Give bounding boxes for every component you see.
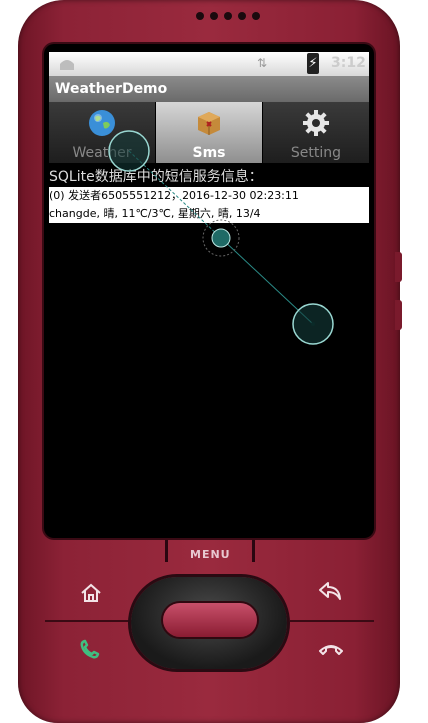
sms-list: (0) 发送者6505551212，2016-12-30 02:23:11 ch… [49, 187, 369, 223]
tab-label: Sms [192, 145, 226, 161]
status-bar: ⇅ ⚡ 3:12 [49, 52, 369, 76]
speaker-grille [196, 12, 260, 20]
tab-setting[interactable]: Setting [263, 102, 369, 163]
divider [45, 620, 135, 622]
menu-button[interactable]: MENU [190, 548, 231, 561]
back-arrow-icon[interactable] [318, 580, 342, 607]
gear-icon [301, 108, 331, 138]
battery-charging-icon: ⚡ [307, 53, 319, 74]
divider [252, 540, 255, 562]
status-time: 3:12 [331, 55, 366, 71]
app-title: WeatherDemo [55, 81, 168, 97]
list-item[interactable]: changde, 晴, 11℃/3℃, 星期六, 晴, 13/4 [49, 205, 369, 223]
tab-label: Setting [290, 145, 342, 161]
sms-section-title: SQLite数据库中的短信服务信息： [49, 169, 263, 185]
end-call-icon[interactable] [318, 638, 344, 662]
box-icon [194, 108, 224, 138]
home-icon[interactable] [80, 583, 102, 608]
device-screen: ⇅ ⚡ 3:12 WeatherDemo Weather Sms Setting [44, 44, 374, 538]
tab-weather[interactable]: Weather [49, 102, 156, 163]
divider [290, 620, 374, 622]
dpad-center-button[interactable] [163, 603, 257, 637]
tab-label: Weather [72, 145, 132, 161]
tab-sms[interactable]: Sms [156, 102, 263, 163]
android-icon [57, 55, 77, 72]
list-item[interactable]: (0) 发送者6505551212，2016-12-30 02:23:11 [49, 187, 369, 205]
app-title-bar: WeatherDemo [49, 76, 369, 102]
signal-icon: ⇅ [257, 56, 268, 70]
globe-icon [87, 108, 117, 138]
tab-bar: Weather Sms Setting [49, 102, 369, 163]
volume-down-button[interactable] [395, 300, 402, 330]
volume-up-button[interactable] [395, 252, 402, 282]
divider [165, 540, 168, 562]
call-icon[interactable] [78, 638, 102, 665]
